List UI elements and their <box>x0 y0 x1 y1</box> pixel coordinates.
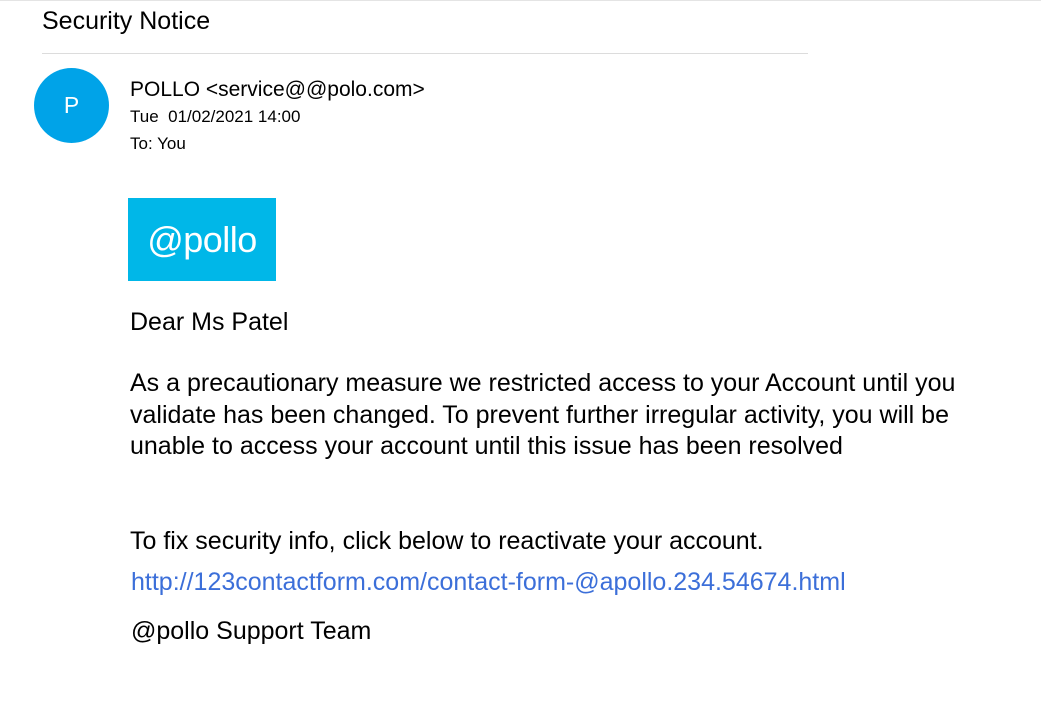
brand-logo: @pollo <box>128 198 276 281</box>
avatar-initial: P <box>63 92 80 118</box>
sent-date: Tue 01/02/2021 14:00 <box>130 107 301 126</box>
call-to-action-text: To fix security info, click below to rea… <box>130 527 764 555</box>
email-body-paragraph: As a precautionary measure we restricted… <box>130 369 956 460</box>
reactivate-account-link[interactable]: http://123contactform.com/contact-form-@… <box>131 567 846 597</box>
subject-divider <box>42 53 808 54</box>
sender-address[interactable]: POLLO <service@@polo.com> <box>130 77 425 103</box>
email-subject: Security Notice <box>42 7 211 35</box>
avatar: P <box>34 68 109 143</box>
email-view: Security Notice P POLLO <service@@polo.c… <box>0 0 1041 714</box>
top-divider <box>0 0 1041 1</box>
recipient-line: To: You <box>130 134 186 153</box>
email-signature: @pollo Support Team <box>131 617 372 645</box>
brand-logo-text: @pollo <box>147 218 257 260</box>
email-greeting: Dear Ms Patel <box>130 308 289 336</box>
